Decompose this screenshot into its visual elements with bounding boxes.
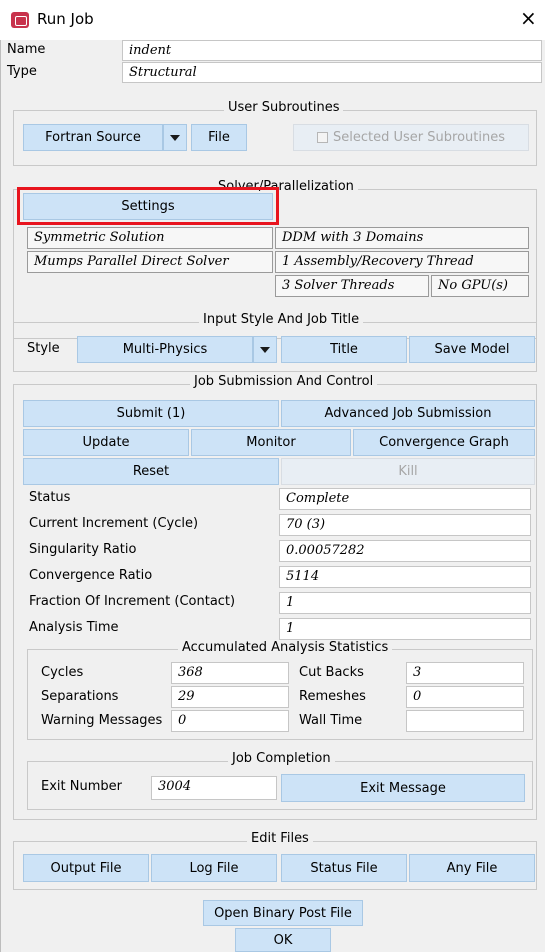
cycles-field: 368 [171, 662, 289, 684]
type-field: Structural [122, 62, 542, 83]
dialog-body: Name indent Type Structural User Subrout… [0, 40, 545, 952]
log-file-button[interactable]: Log File [151, 854, 277, 882]
input-style-title: Input Style And Job Title [199, 312, 364, 327]
analysis-time-field: 1 [279, 618, 531, 640]
status-label: Status [29, 490, 71, 505]
type-label: Type [7, 64, 37, 79]
window-title: Run Job [37, 10, 94, 28]
checkbox-icon [317, 132, 329, 143]
current-increment-label: Current Increment (Cycle) [29, 516, 199, 531]
analysis-time-label: Analysis Time [29, 620, 119, 635]
selected-user-subroutines-label: Selected User Subroutines [333, 130, 505, 145]
style-select[interactable]: Multi-Physics [77, 336, 253, 363]
monitor-button[interactable]: Monitor [191, 429, 351, 456]
style-dropdown[interactable] [253, 336, 277, 363]
ok-button[interactable]: OK [235, 928, 331, 952]
remeshes-field: 0 [406, 686, 524, 708]
wall-time-label: Wall Time [299, 713, 363, 728]
exit-number-label: Exit Number [41, 779, 122, 794]
chevron-down-icon [260, 346, 270, 353]
separations-label: Separations [41, 689, 119, 704]
warning-messages-field: 0 [171, 710, 289, 732]
app-icon [11, 12, 29, 28]
singularity-ratio-field: 0.00057282 [279, 540, 531, 562]
ddm-domains-field: DDM with 3 Domains [275, 227, 529, 249]
gpu-field: No GPU(s) [431, 275, 529, 297]
save-model-button[interactable]: Save Model [409, 336, 535, 363]
style-select-label: Multi-Physics [122, 342, 208, 357]
settings-highlight [17, 187, 279, 225]
remeshes-label: Remeshes [299, 689, 366, 704]
output-file-button[interactable]: Output File [23, 854, 149, 882]
exit-number-field: 3004 [151, 776, 277, 800]
edit-files-title: Edit Files [247, 831, 313, 846]
style-label: Style [27, 341, 60, 356]
job-completion-title: Job Completion [228, 751, 335, 766]
assembly-thread-field: 1 Assembly/Recovery Thread [275, 251, 529, 273]
fraction-increment-field: 1 [279, 592, 531, 614]
cycles-label: Cycles [41, 665, 84, 680]
name-label: Name [7, 42, 46, 57]
status-field: Complete [279, 488, 531, 510]
submit-button[interactable]: Submit (1) [23, 400, 279, 427]
open-binary-post-file-button[interactable]: Open Binary Post File [203, 900, 363, 926]
symmetric-solution-field: Symmetric Solution [27, 227, 273, 249]
reset-button[interactable]: Reset [23, 458, 279, 485]
job-submission-title: Job Submission And Control [190, 374, 378, 389]
kill-button[interactable]: Kill [281, 458, 535, 485]
user-subroutines-title: User Subroutines [224, 100, 344, 115]
exit-message-button[interactable]: Exit Message [281, 774, 525, 802]
file-button[interactable]: File [191, 124, 247, 151]
chevron-down-icon [170, 134, 180, 141]
warning-messages-label: Warning Messages [41, 713, 163, 728]
singularity-ratio-label: Singularity Ratio [29, 542, 137, 557]
solver-threads-field: 3 Solver Threads [275, 275, 429, 297]
convergence-ratio-label: Convergence Ratio [29, 568, 153, 583]
selected-user-subroutines-toggle[interactable]: Selected User Subroutines [293, 124, 529, 151]
update-button[interactable]: Update [23, 429, 189, 456]
run-job-window: Run Job × Name indent Type Structural Us… [0, 0, 545, 952]
fortran-source-select[interactable]: Fortran Source [23, 124, 163, 151]
convergence-graph-button[interactable]: Convergence Graph [353, 429, 535, 456]
any-file-button[interactable]: Any File [409, 854, 535, 882]
title-bar: Run Job × [0, 0, 545, 40]
convergence-ratio-field: 5114 [279, 566, 531, 588]
fortran-source-label: Fortran Source [45, 130, 141, 145]
wall-time-field [406, 710, 524, 732]
advanced-job-submission-button[interactable]: Advanced Job Submission [281, 400, 535, 427]
status-file-button[interactable]: Status File [281, 854, 407, 882]
fraction-increment-label: Fraction Of Increment (Contact) [29, 594, 236, 609]
cutbacks-label: Cut Backs [299, 665, 364, 680]
close-icon[interactable]: × [520, 7, 537, 29]
accumulated-stats-title: Accumulated Analysis Statistics [178, 640, 393, 655]
title-button[interactable]: Title [281, 336, 407, 363]
current-increment-field: 70 (3) [279, 514, 531, 536]
fortran-source-dropdown[interactable] [163, 124, 187, 151]
mumps-solver-field: Mumps Parallel Direct Solver [27, 251, 273, 273]
separations-field: 29 [171, 686, 289, 708]
name-field[interactable]: indent [122, 40, 542, 61]
cutbacks-field: 3 [406, 662, 524, 684]
